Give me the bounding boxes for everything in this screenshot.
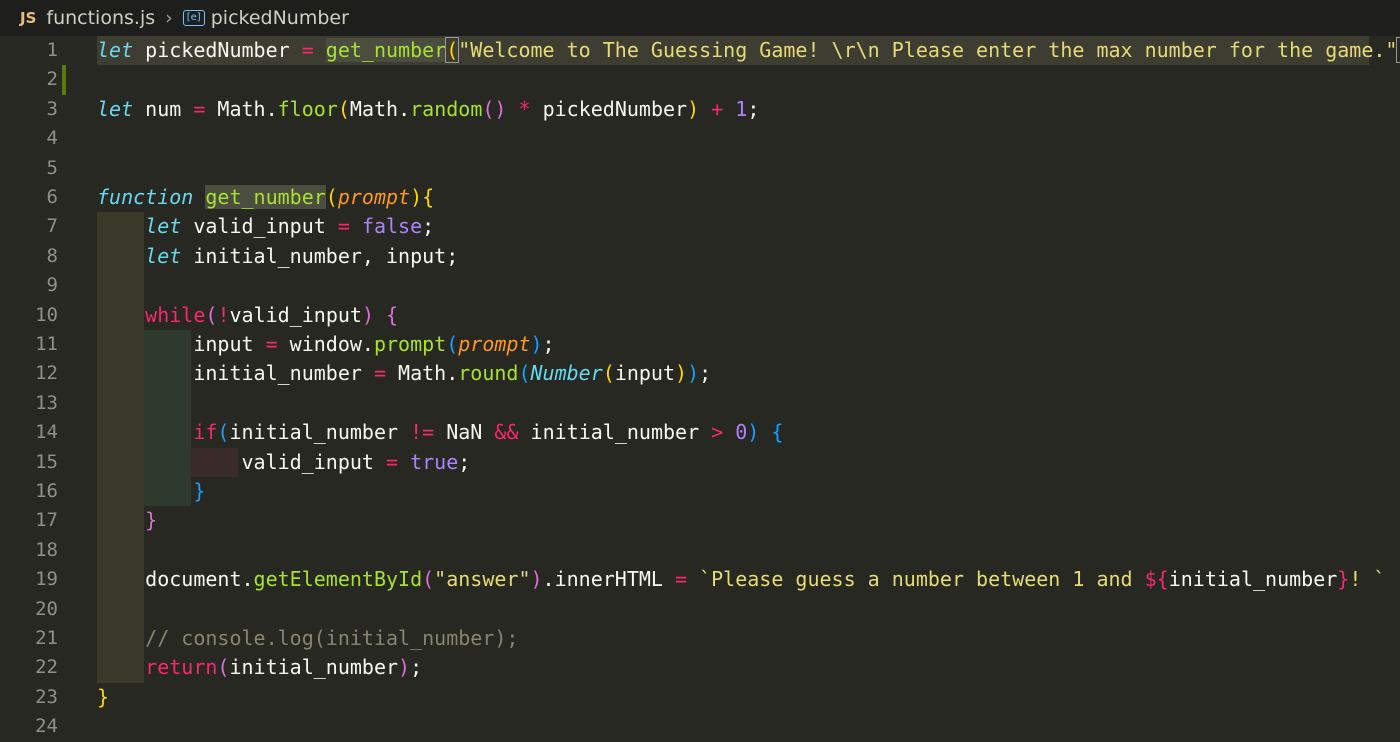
code-line: 8 let initial_number, input; xyxy=(0,241,1400,272)
line-number: 10 xyxy=(35,303,58,326)
code-text: return(initial_number); xyxy=(145,655,423,680)
code-text: } xyxy=(97,684,110,709)
code-text: } xyxy=(193,479,206,503)
chevron-right-icon: › xyxy=(165,7,173,29)
line-number: 19 xyxy=(35,568,58,591)
line-number: 16 xyxy=(35,480,58,502)
code-line: 19 document.getElementById("answer").inn… xyxy=(0,565,1400,595)
code-line: 17 } xyxy=(0,506,1400,536)
line-number: 7 xyxy=(46,215,58,238)
line-number: 6 xyxy=(46,186,58,208)
line-number: 21 xyxy=(35,627,58,649)
code-line: 12 initial_number = Math.round(Number(in… xyxy=(0,359,1400,389)
line-number: 24 xyxy=(35,715,58,738)
code-editor[interactable]: 1 let pickedNumber = get_number("Welcome… xyxy=(0,36,1400,737)
line-number: 13 xyxy=(35,391,58,414)
breadcrumb-symbol[interactable]: pickedNumber xyxy=(211,7,349,29)
git-modified-marker xyxy=(62,65,66,95)
line-number: 12 xyxy=(35,362,58,385)
code-text: if(initial_number != NaN && initial_numb… xyxy=(193,420,784,445)
line-number: 14 xyxy=(35,421,58,444)
code-line: 18 xyxy=(0,535,1400,566)
code-line: 3 let num = Math.floor(Math.random() * p… xyxy=(0,95,1400,124)
line-number: 23 xyxy=(35,685,58,708)
code-line: 5 xyxy=(0,154,1400,183)
code-line: 24 xyxy=(0,712,1400,741)
breadcrumb: JS functions.js › [e] pickedNumber xyxy=(0,0,1400,36)
code-line: 14 if(initial_number != NaN && initial_n… xyxy=(0,418,1400,448)
code-line: 4 xyxy=(0,124,1400,153)
code-text: let initial_number, input; xyxy=(145,243,459,268)
code-line: 6 function get_number(prompt){ xyxy=(0,183,1400,212)
code-line: 9 xyxy=(0,271,1400,301)
code-text: document.getElementById("answer").innerH… xyxy=(97,567,1386,592)
line-number: 1 xyxy=(46,39,58,61)
code-line: 1 let pickedNumber = get_number("Welcome… xyxy=(0,36,1400,66)
code-line: 16 } xyxy=(0,477,1400,507)
code-text: while(!valid_input) { xyxy=(145,302,399,327)
code-line: 2 xyxy=(0,65,1400,95)
code-line: 21 // console.log(initial_number); xyxy=(0,624,1400,654)
code-text: function get_number(prompt){ xyxy=(97,185,435,209)
code-line: 7 let valid_input = false; xyxy=(0,212,1400,242)
code-line: 20 xyxy=(0,594,1400,624)
line-number: 20 xyxy=(35,597,58,620)
code-line: 23 } xyxy=(0,683,1400,712)
breadcrumb-file[interactable]: functions.js xyxy=(46,7,155,29)
code-line: 10 while(!valid_input) { xyxy=(0,300,1400,330)
line-number: 18 xyxy=(35,538,58,561)
line-number: 5 xyxy=(46,156,58,179)
code-text: let num = Math.floor(Math.random() * pic… xyxy=(97,96,760,121)
code-text: // console.log(initial_number); xyxy=(145,626,519,650)
line-number: 4 xyxy=(46,127,58,150)
line-number: 11 xyxy=(35,333,58,355)
line-number: 3 xyxy=(46,97,58,120)
line-number: 9 xyxy=(46,274,58,297)
line-number: 17 xyxy=(35,509,58,532)
code-text: } xyxy=(145,508,158,533)
code-text: valid_input = true; xyxy=(97,449,471,474)
variable-icon: [e] xyxy=(182,10,205,26)
code-text: let pickedNumber = get_number("Welcome t… xyxy=(97,36,1400,65)
code-line: 15 valid_input = true; xyxy=(0,447,1400,477)
line-number: 2 xyxy=(46,68,58,91)
line-number: 15 xyxy=(35,450,58,473)
code-text: initial_number = Math.round(Number(input… xyxy=(97,361,712,386)
line-number: 8 xyxy=(46,244,58,267)
code-line: 22 return(initial_number); xyxy=(0,653,1400,683)
code-line: 11 input = window.prompt(prompt); xyxy=(0,330,1400,360)
code-line: 13 xyxy=(0,388,1400,419)
line-number: 22 xyxy=(35,656,58,679)
code-text: input = window.prompt(prompt); xyxy=(97,332,555,356)
code-text: let valid_input = false; xyxy=(145,214,435,239)
javascript-file-icon: JS xyxy=(20,9,37,27)
